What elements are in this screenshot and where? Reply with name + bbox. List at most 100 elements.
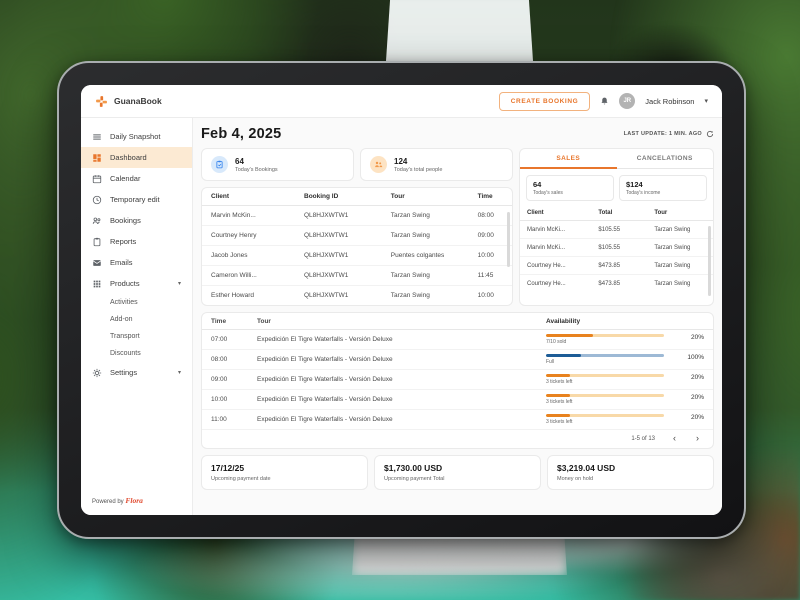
column-header[interactable]: Booking ID [295, 188, 382, 206]
cell-client: Courtney He... [520, 256, 592, 275]
chevron-down-icon[interactable]: ▾ [178, 369, 181, 376]
clock-icon [92, 195, 102, 205]
table-row[interactable]: Esther Howard QL8HJXWTW1 Tarzan Swing 10… [202, 286, 512, 306]
stat-value: 124 [394, 156, 408, 166]
clipboard-check-icon [211, 156, 228, 173]
chevron-down-icon[interactable]: ▾ [178, 280, 181, 287]
table-row[interactable]: Marvin McKin... QL8HJXWTW1 Tarzan Swing … [202, 205, 512, 226]
table-row[interactable]: Cameron Willi... QL8HJXWTW1 Tarzan Swing… [202, 265, 512, 286]
availability-percent: 20% [690, 414, 704, 421]
scrollbar[interactable] [507, 212, 510, 267]
availability-bar: 3 tickets left [546, 414, 664, 425]
cell-tour: Expedición El Tigre Waterfalls - Versión… [257, 396, 393, 403]
sales-panel: SALES CANCELATIONS 64 Today's sales $124 [519, 148, 714, 306]
sidebar-item-settings[interactable]: Settings ▾ [81, 362, 192, 383]
card-label: Upcoming payment Total [384, 475, 445, 482]
availability-percent: 100% [687, 354, 704, 361]
payment-total-card: $1,730.00 USD Upcoming payment Total [374, 455, 541, 490]
column-header[interactable]: Time [211, 318, 257, 325]
last-update: LAST UPDATE: 1 MIN. AGO [624, 130, 714, 138]
stat-value: 64 [235, 156, 244, 166]
pagination-prev-icon[interactable]: ‹ [671, 434, 678, 443]
sidebar-subitem-transport[interactable]: Transport [81, 328, 192, 345]
sidebar-item-temporary-edit[interactable]: Temporary edit [81, 189, 192, 210]
people-icon [370, 156, 387, 173]
mail-icon [92, 258, 102, 268]
cell-booking-id: QL8HJXWTW1 [304, 292, 349, 299]
cell-tour: Tarzan Swing [390, 292, 430, 299]
gear-icon [92, 368, 102, 378]
scrollbar[interactable] [708, 226, 711, 296]
create-booking-button[interactable]: CREATE BOOKING [498, 91, 591, 111]
background-photo: GuanaBook CREATE BOOKING JR Jack Robinso… [0, 0, 800, 600]
column-header[interactable]: Client [520, 206, 592, 221]
table-row[interactable]: Courtney He... $473.85 Tarzan Swing [520, 256, 713, 275]
table-row[interactable]: Marvin McKi... $105.55 Tarzan Swing [520, 238, 713, 257]
column-header[interactable]: Availability [546, 318, 704, 325]
stat-label: Today's Bookings [235, 166, 278, 173]
cell-time: 09:00 [211, 376, 228, 383]
column-header[interactable]: Tour [647, 206, 713, 221]
sidebar-subitem-discounts[interactable]: Discounts [81, 345, 192, 362]
sidebar-item-bookings[interactable]: Bookings [81, 210, 192, 231]
pagination-label: 1-5 of 13 [631, 435, 655, 442]
cell-time: 10:00 [468, 245, 512, 266]
cell-client: Jacob Jones [202, 245, 295, 266]
stat-card-bookings: 64 Today's Bookings [201, 148, 354, 181]
sidebar-item-daily-snapshot[interactable]: Daily Snapshot [81, 126, 192, 147]
cell-tour: Tarzan Swing [381, 225, 469, 246]
pagination-next-icon[interactable]: › [694, 434, 701, 443]
sidebar-subitem-add-on[interactable]: Add-on [81, 311, 192, 328]
sidebar-item-emails[interactable]: Emails [81, 252, 192, 273]
sales-table: Client Total Tour Marvin McKi... $105.55 [520, 206, 713, 292]
table-row[interactable]: Courtney Henry QL8HJXWTW1 Tarzan Swing 0… [202, 225, 512, 246]
stat-label: Today's sales [533, 190, 563, 196]
flora-logo: Flora [125, 496, 143, 505]
refresh-icon[interactable] [706, 130, 714, 138]
money-on-hold-card: $3,219.04 USD Money on hold [547, 455, 714, 490]
tab-sales[interactable]: SALES [520, 149, 617, 169]
income-stat-card: $124 Today's income [619, 175, 707, 201]
column-header[interactable]: Client [202, 188, 295, 206]
sidebar-item-label: Products [110, 279, 140, 288]
column-header[interactable]: Tour [257, 318, 546, 325]
sidebar-item-label: Temporary edit [110, 195, 160, 204]
availability-row[interactable]: 11:00 Expedición El Tigre Waterfalls - V… [202, 410, 713, 430]
sidebar-subitem-activities[interactable]: Activities [81, 294, 192, 311]
sidebar-item-label: Daily Snapshot [110, 132, 161, 141]
stat-value: $124 [626, 180, 643, 189]
cell-client: Courtney Henry [202, 225, 295, 246]
availability-row[interactable]: 09:00 Expedición El Tigre Waterfalls - V… [202, 370, 713, 390]
card-value: 17/12/25 [211, 463, 245, 473]
sales-table-card: Client Total Tour Marvin McKi... $105.55 [520, 206, 713, 296]
sidebar-item-reports[interactable]: Reports [81, 231, 192, 252]
sidebar-item-label: Calendar [110, 174, 141, 183]
sidebar-item-label: Emails [110, 258, 133, 267]
availability-row[interactable]: 08:00 Expedición El Tigre Waterfalls - V… [202, 350, 713, 370]
column-header[interactable]: Tour [381, 188, 469, 206]
bookings-table: Client Booking ID Tour Time Marvin McKin… [202, 188, 512, 305]
availability-percent: 20% [690, 394, 704, 401]
table-row[interactable]: Marvin McKi... $105.55 Tarzan Swing [520, 220, 713, 239]
cell-tour: Tarzan Swing [381, 265, 469, 286]
sidebar-item-calendar[interactable]: Calendar [81, 168, 192, 189]
tab-cancelations[interactable]: CANCELATIONS [616, 149, 713, 169]
user-avatar[interactable]: JR [619, 93, 636, 109]
sidebar-item-dashboard[interactable]: Dashboard [81, 147, 192, 168]
sidebar-subitem-label: Discounts [110, 350, 141, 357]
availability-row[interactable]: 10:00 Expedición El Tigre Waterfalls - V… [202, 390, 713, 410]
availability-row[interactable]: 07:00 Expedición El Tigre Waterfalls - V… [202, 330, 713, 350]
table-row[interactable]: Jacob Jones QL8HJXWTW1 Puentes colgantes… [202, 245, 512, 266]
column-header[interactable]: Time [468, 188, 512, 206]
cell-total: $105.55 [591, 238, 648, 257]
cell-time: 08:00 [468, 205, 512, 226]
user-menu-chevron-down-icon[interactable]: ▾ [704, 97, 708, 105]
notifications-bell-icon[interactable] [600, 96, 609, 106]
stat-label: Today's income [626, 190, 661, 196]
sidebar-item-products[interactable]: Products ▾ [81, 273, 192, 294]
people-icon [92, 216, 102, 226]
column-header[interactable]: Total [591, 206, 648, 221]
bar-note: Full [546, 359, 555, 365]
main-content: Feb 4, 2025 LAST UPDATE: 1 MIN. AGO 64 T… [193, 118, 722, 515]
table-row[interactable]: Courtney He... $473.85 Tarzan Swing [520, 275, 713, 293]
